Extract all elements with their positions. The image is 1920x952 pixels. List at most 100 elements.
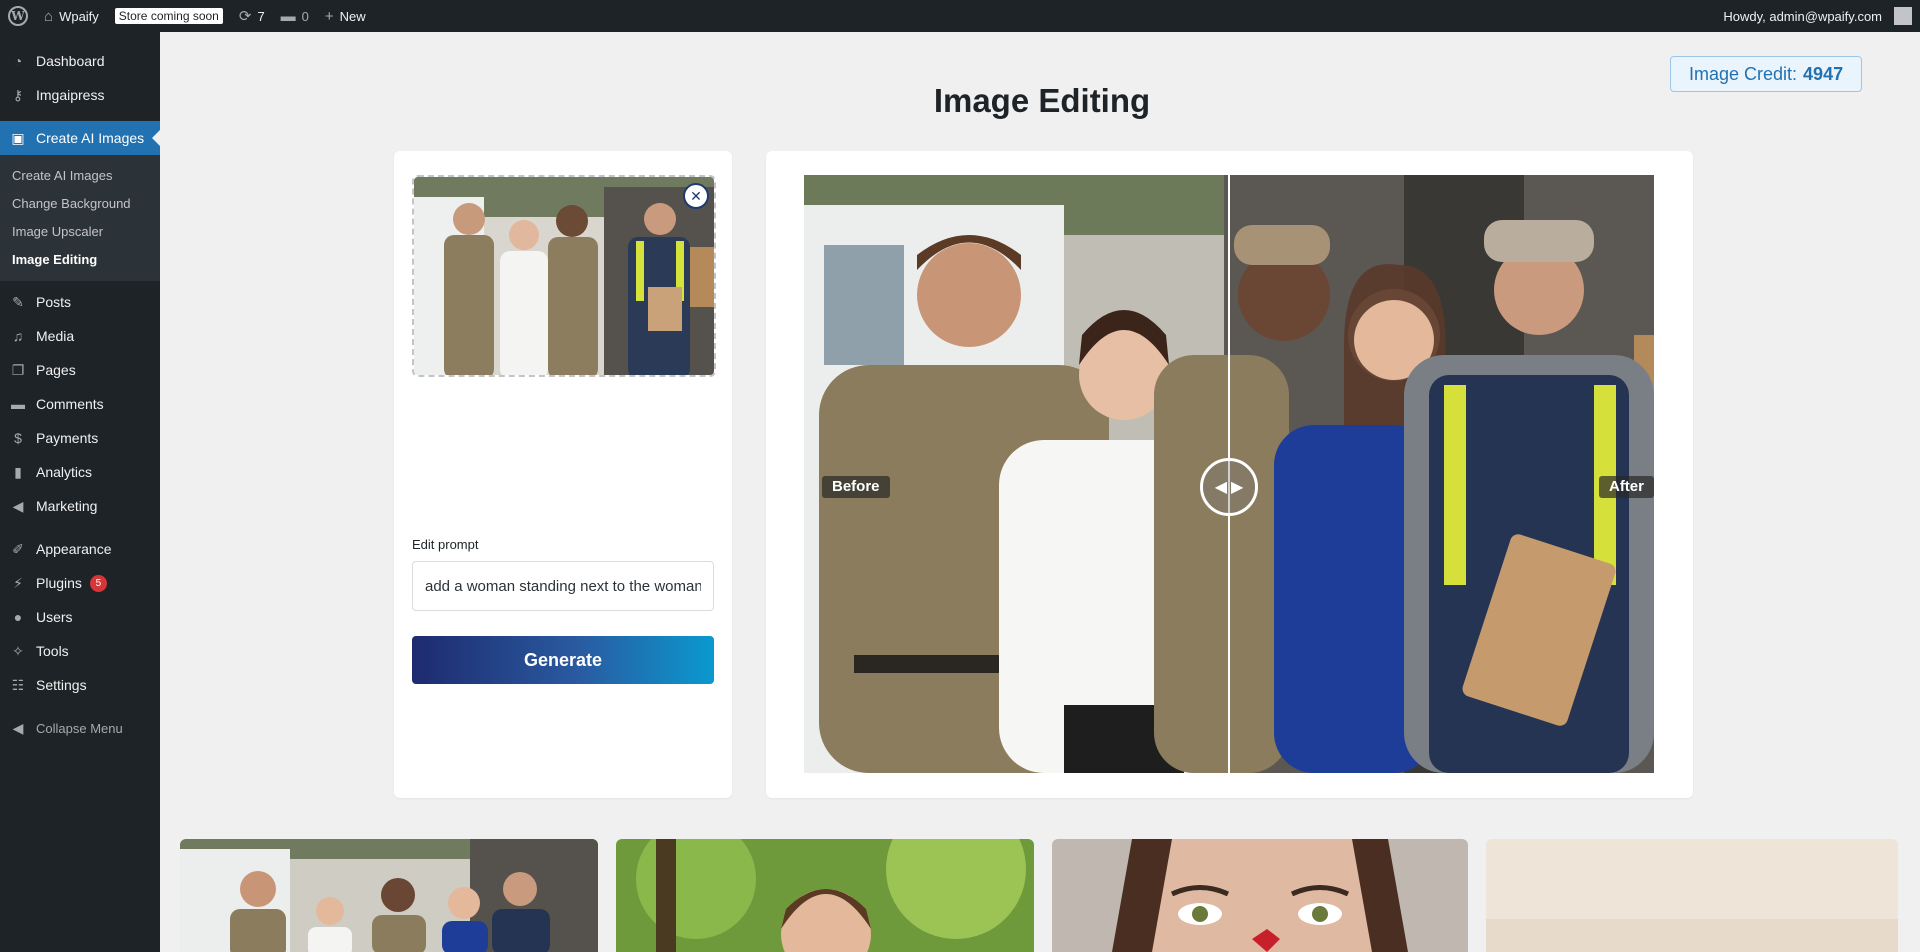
howdy-text: Howdy, admin@wpaify.com: [1723, 8, 1882, 24]
home-icon: ⌂: [44, 7, 54, 25]
settings-icon: ☷: [11, 676, 25, 693]
gallery-image: [1486, 839, 1898, 952]
sidebar-item-comments[interactable]: ▬ Comments: [0, 387, 160, 421]
refresh-icon: ⟳: [238, 8, 252, 25]
my-account-link[interactable]: Howdy, admin@wpaify.com: [1715, 0, 1920, 32]
dollar-icon: $: [14, 430, 22, 446]
gallery-image: [616, 839, 1034, 952]
sidebar-item-label: Posts: [36, 294, 72, 310]
comments-link[interactable]: ▬ 0: [273, 0, 317, 32]
brush-icon: ✐: [12, 540, 24, 557]
close-icon: ✕: [690, 187, 702, 204]
key-icon: ⚷: [12, 86, 24, 103]
wp-logo-menu[interactable]: W: [0, 0, 36, 32]
sidebar-item-label: Comments: [36, 396, 104, 412]
submenu-image-editing[interactable]: Image Editing: [0, 246, 160, 274]
edit-prompt-input[interactable]: [412, 561, 714, 611]
submenu: Create AI Images Change Background Image…: [0, 155, 160, 281]
comment-icon: ▬: [280, 7, 296, 25]
sidebar-item-label: Imgaipress: [36, 87, 105, 103]
gallery-image: [1052, 839, 1468, 952]
chevron-right-icon: ▶: [1231, 479, 1244, 496]
updates-link[interactable]: ⟳ 7: [231, 0, 273, 32]
plugins-update-badge: 5: [89, 574, 107, 592]
submenu-create-ai-images[interactable]: Create AI Images: [0, 162, 160, 190]
bar-chart-icon: ▮: [14, 463, 22, 480]
main-content: Image Credit: 4947 Image Editing ✕ Edit …: [160, 32, 1920, 952]
gallery-image: [180, 839, 598, 952]
sidebar-item-label: Payments: [36, 430, 99, 446]
new-label: New: [339, 8, 366, 24]
uploaded-image: ✕: [412, 175, 716, 377]
before-after-slider[interactable]: Before After ◀ ▶: [804, 175, 1654, 773]
sidebar-item-appearance[interactable]: ✐ Appearance: [0, 532, 160, 566]
media-icon: ♫: [12, 328, 24, 344]
pin-icon: ✎: [12, 293, 24, 310]
store-badge: Store coming soon: [114, 8, 223, 24]
gallery-item[interactable]: [1486, 839, 1898, 952]
comment-icon: ▬: [11, 396, 25, 412]
wrench-icon: ✧: [12, 642, 24, 659]
admin-sidebar: ◔ Dashboard ⚷ Imgaipress ▣ Create AI Ima…: [0, 32, 160, 952]
after-label: After: [1598, 476, 1654, 498]
collapse-menu-button[interactable]: ◀ Collapse Menu: [0, 711, 160, 745]
user-icon: ●: [13, 609, 23, 625]
megaphone-icon: ◀: [12, 497, 24, 514]
admin-bar: W ⌂ Wpaify Store coming soon ⟳ 7 ▬ 0 + N…: [0, 0, 1920, 32]
sidebar-item-plugins[interactable]: ⚡ Plugins 5: [0, 566, 160, 600]
sidebar-item-pages[interactable]: ❐ Pages: [0, 353, 160, 387]
sidebar-item-tools[interactable]: ✧ Tools: [0, 634, 160, 668]
before-label: Before: [822, 476, 890, 498]
store-status[interactable]: Store coming soon: [107, 0, 231, 32]
remove-image-button[interactable]: ✕: [683, 183, 709, 209]
collapse-icon: ◀: [12, 719, 24, 736]
generate-button[interactable]: Generate: [412, 636, 714, 684]
plug-icon: ⚡: [13, 574, 23, 591]
new-content-link[interactable]: + New: [317, 0, 374, 32]
prompt-label: Edit prompt: [412, 537, 479, 552]
chevron-left-icon: ◀: [1214, 479, 1227, 496]
submenu-image-upscaler[interactable]: Image Upscaler: [0, 218, 160, 246]
sidebar-item-label: Pages: [36, 362, 76, 378]
sidebar-item-payments[interactable]: $ Payments: [0, 421, 160, 455]
sidebar-item-label: Appearance: [36, 541, 112, 557]
submenu-change-background[interactable]: Change Background: [0, 190, 160, 218]
dashboard-icon: ◔: [13, 53, 23, 69]
slider-handle[interactable]: ◀ ▶: [1200, 458, 1258, 516]
sidebar-item-label: Marketing: [36, 498, 98, 514]
plus-icon: +: [324, 7, 334, 25]
comments-count: 0: [301, 8, 309, 24]
gallery-item[interactable]: [180, 839, 598, 952]
sidebar-item-label: Create AI Images: [36, 130, 145, 146]
sidebar-item-label: Media: [36, 328, 75, 344]
sidebar-item-media[interactable]: ♫ Media: [0, 319, 160, 353]
sidebar-item-label: Dashboard: [36, 53, 105, 69]
sidebar-item-label: Settings: [36, 677, 87, 693]
gallery-item[interactable]: [1052, 839, 1468, 952]
sidebar-item-label: Tools: [36, 643, 69, 659]
sidebar-item-label: Analytics: [36, 464, 93, 480]
sidebar-item-settings[interactable]: ☷ Settings: [0, 668, 160, 702]
sidebar-item-label: Users: [36, 609, 73, 625]
updates-count: 7: [257, 8, 265, 24]
sidebar-item-imgaipress[interactable]: ⚷ Imgaipress: [0, 78, 160, 112]
site-name: Wpaify: [59, 8, 99, 24]
sidebar-item-users[interactable]: ● Users: [0, 600, 160, 634]
pages-icon: ❐: [11, 361, 25, 378]
sidebar-item-analytics[interactable]: ▮ Analytics: [0, 455, 160, 489]
sidebar-item-label: Plugins: [36, 575, 82, 591]
site-name-link[interactable]: ⌂ Wpaify: [36, 0, 107, 32]
sidebar-item-posts[interactable]: ✎ Posts: [0, 285, 160, 319]
sidebar-item-marketing[interactable]: ◀ Marketing: [0, 489, 160, 523]
sidebar-item-create-ai-images[interactable]: ▣ Create AI Images: [0, 121, 160, 155]
page-title: Image Editing: [933, 82, 1151, 119]
sidebar-item-label: Collapse Menu: [36, 720, 123, 736]
avatar: [1894, 7, 1912, 25]
comparison-panel: Before After ◀ ▶: [766, 151, 1693, 798]
wordpress-icon: W: [8, 6, 28, 26]
gallery-item[interactable]: [616, 839, 1034, 952]
edit-panel: ✕ Edit prompt Generate: [394, 151, 732, 798]
image-icon: ▣: [11, 129, 25, 146]
uploaded-image-photo: [414, 177, 714, 375]
sidebar-item-dashboard[interactable]: ◔ Dashboard: [0, 44, 160, 78]
